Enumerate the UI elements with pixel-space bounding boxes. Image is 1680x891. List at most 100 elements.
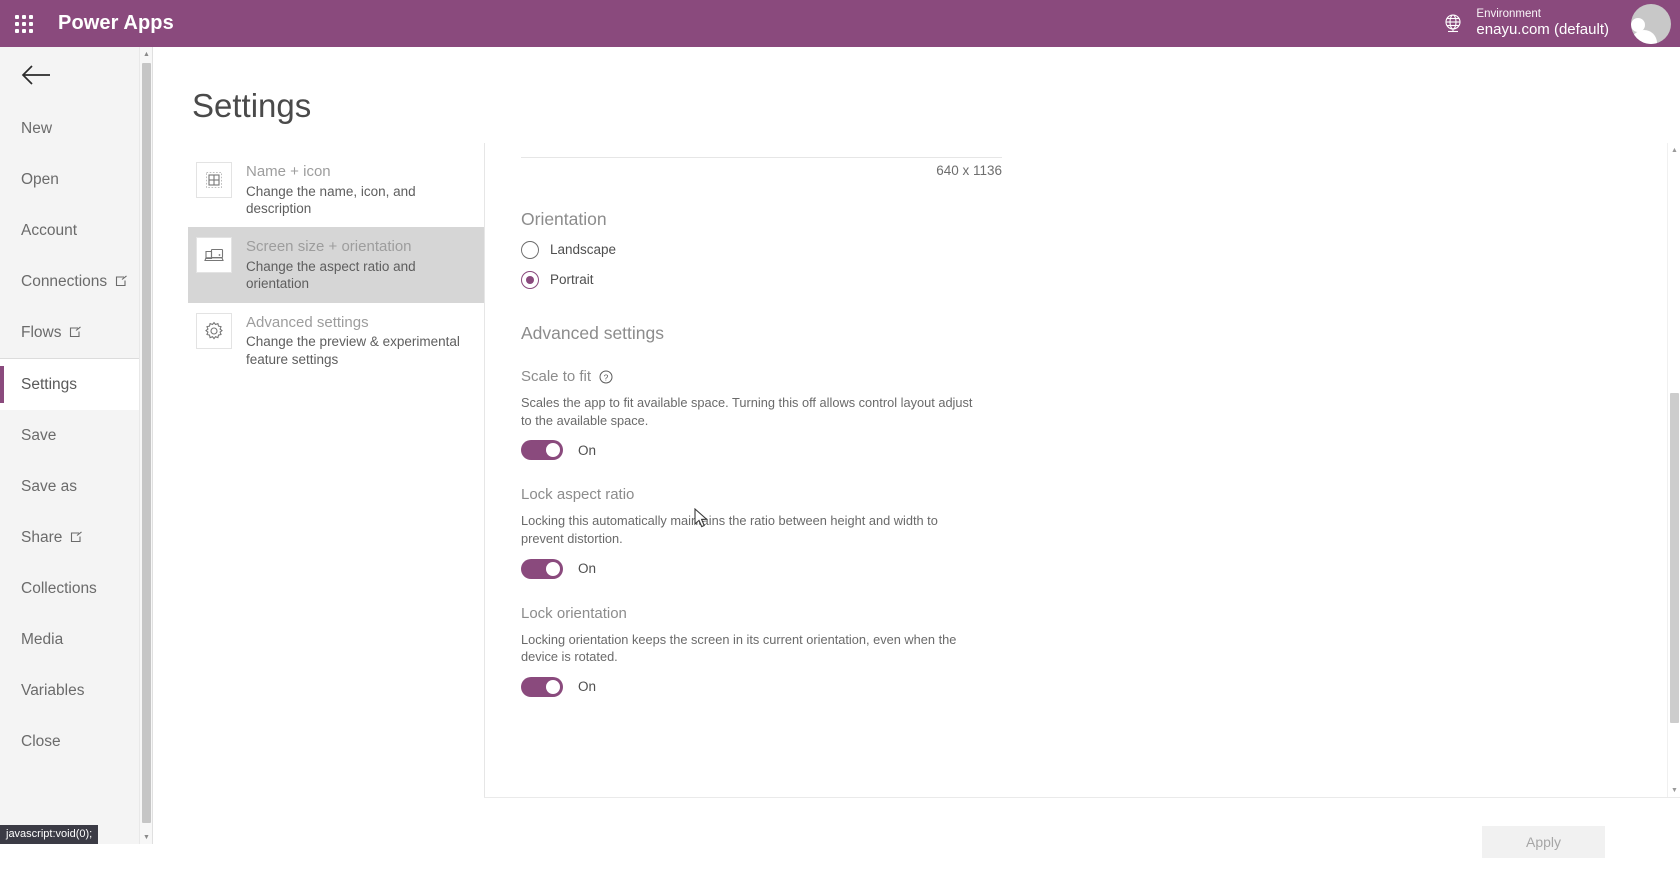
size-divider xyxy=(521,157,1002,158)
detail-scrollbar-thumb[interactable] xyxy=(1670,393,1679,723)
radio-landscape[interactable] xyxy=(521,241,539,259)
environment-label: Environment xyxy=(1476,7,1609,21)
sidebar-item-label: Save as xyxy=(21,478,77,496)
globe-icon xyxy=(1440,11,1466,37)
avatar-body xyxy=(1631,30,1657,44)
settings-tab-title: Screen size + orientation xyxy=(246,238,476,257)
app-launcher-icon xyxy=(15,15,33,33)
sidebar-item-label: Account xyxy=(21,222,77,240)
radio-portrait[interactable] xyxy=(521,271,539,289)
orientation-option-portrait[interactable]: Portrait xyxy=(521,271,1680,289)
radio-portrait-label: Portrait xyxy=(550,272,594,287)
field-title-text: Lock aspect ratio xyxy=(521,486,634,503)
field-title-text: Scale to fit xyxy=(521,368,591,385)
name-icon xyxy=(196,162,232,198)
screen-size-value: 640 x 1136 xyxy=(521,163,1002,178)
sidebar-item-save-as[interactable]: Save as xyxy=(0,461,139,512)
sidebar-item-label: Collections xyxy=(21,580,97,598)
field-scale-to-fit: Scale to fit ? Scales the app to fit ava… xyxy=(521,368,1680,460)
sidebar-item-label: Open xyxy=(21,171,59,189)
field-lock-orientation-desc: Locking orientation keeps the screen in … xyxy=(521,631,973,666)
sidebar-scrollbar[interactable]: ▲ ▼ xyxy=(140,47,153,844)
toggle-lock-orientation[interactable] xyxy=(521,677,563,697)
settings-tab-desc: Change the preview & experimental featur… xyxy=(246,333,476,368)
back-button[interactable] xyxy=(0,47,139,103)
field-lock-aspect-ratio-title: Lock aspect ratio xyxy=(521,486,1680,503)
field-title-text: Lock orientation xyxy=(521,605,627,622)
radio-landscape-label: Landscape xyxy=(550,242,616,257)
brand-title: Power Apps xyxy=(58,12,174,35)
toggle-lock-aspect-ratio[interactable] xyxy=(521,559,563,579)
toggle-row-lock-orientation: On xyxy=(521,677,1680,697)
sidebar-item-settings[interactable]: Settings xyxy=(0,359,139,410)
settings-tab-title: Name + icon xyxy=(246,163,476,182)
settings-tab-desc: Change the name, icon, and description xyxy=(246,183,476,218)
apply-button[interactable]: Apply xyxy=(1482,826,1605,858)
sidebar-item-account[interactable]: Account xyxy=(0,205,139,256)
sidebar-item-connections[interactable]: Connections xyxy=(0,256,139,307)
screen-size-icon xyxy=(196,237,232,273)
sidebar-item-label: Connections xyxy=(21,273,107,291)
sidebar-item-variables[interactable]: Variables xyxy=(0,665,139,716)
sidebar-scrollbar-thumb[interactable] xyxy=(142,63,151,823)
sidebar-item-label: Close xyxy=(21,733,61,751)
settings-tab-title: Advanced settings xyxy=(246,314,476,333)
external-link-icon xyxy=(70,531,83,544)
topbar-right-group: Environment enayu.com (default) xyxy=(1440,0,1680,47)
sidebar-item-label: Settings xyxy=(21,376,77,394)
back-arrow-icon xyxy=(20,64,52,86)
sidebar-item-new[interactable]: New xyxy=(0,103,139,154)
sidebar-item-media[interactable]: Media xyxy=(0,614,139,665)
sidebar-item-save[interactable]: Save xyxy=(0,410,139,461)
settings-page: Settings Name + icon Change the name, ic… xyxy=(154,47,1680,844)
avatar[interactable] xyxy=(1631,4,1671,44)
mouse-cursor xyxy=(694,508,710,530)
external-link-icon xyxy=(69,326,82,339)
field-scale-to-fit-desc: Scales the app to fit available space. T… xyxy=(521,394,973,429)
svg-text:?: ? xyxy=(604,372,609,382)
settings-tab-text: Name + icon Change the name, icon, and d… xyxy=(246,162,476,217)
settings-tab-name-icon[interactable]: Name + icon Change the name, icon, and d… xyxy=(188,152,484,227)
gear-icon xyxy=(196,313,232,349)
external-link-icon xyxy=(115,275,128,288)
field-scale-to-fit-title: Scale to fit ? xyxy=(521,368,1680,385)
sidebar-item-close[interactable]: Close xyxy=(0,716,139,767)
toggle-row-scale-to-fit: On xyxy=(521,440,1680,460)
toggle-knob xyxy=(546,443,560,457)
scroll-down-arrow-icon[interactable]: ▼ xyxy=(140,830,153,844)
settings-tab-screen-size-orientation[interactable]: Screen size + orientation Change the asp… xyxy=(188,227,484,302)
settings-tab-desc: Change the aspect ratio and orientation xyxy=(246,258,476,293)
left-navigation: New Open Account Connections Flows Setti… xyxy=(0,47,140,844)
sidebar-item-label: Share xyxy=(21,529,62,547)
settings-tab-advanced-settings[interactable]: Advanced settings Change the preview & e… xyxy=(188,303,484,378)
orientation-option-landscape[interactable]: Landscape xyxy=(521,241,1680,259)
environment-selector[interactable]: Environment enayu.com (default) xyxy=(1476,7,1609,40)
settings-footer: Apply xyxy=(484,797,1680,891)
sidebar-item-label: Save xyxy=(21,427,56,445)
sidebar-item-flows[interactable]: Flows xyxy=(0,307,139,358)
toggle-lock-orientation-state: On xyxy=(578,679,596,694)
toggle-knob xyxy=(546,680,560,694)
field-lock-orientation: Lock orientation Locking orientation kee… xyxy=(521,605,1680,697)
environment-value: enayu.com (default) xyxy=(1476,21,1609,40)
settings-detail-pane: 640 x 1136 Orientation Landscape Portrai… xyxy=(484,143,1680,797)
sidebar-item-collections[interactable]: Collections xyxy=(0,563,139,614)
toggle-scale-to-fit[interactable] xyxy=(521,440,563,460)
app-launcher-button[interactable] xyxy=(0,0,48,47)
sidebar-item-share[interactable]: Share xyxy=(0,512,139,563)
top-app-bar: Power Apps Environment enayu.com (defaul… xyxy=(0,0,1680,47)
toggle-knob xyxy=(546,562,560,576)
sidebar-item-label: Variables xyxy=(21,682,84,700)
scroll-down-arrow-icon[interactable]: ▼ xyxy=(1668,783,1680,797)
advanced-settings-heading: Advanced settings xyxy=(521,325,1680,343)
toggle-lock-aspect-ratio-state: On xyxy=(578,561,596,576)
sidebar-item-open[interactable]: Open xyxy=(0,154,139,205)
page-title: Settings xyxy=(192,87,311,125)
scroll-up-arrow-icon[interactable]: ▲ xyxy=(140,47,153,61)
detail-scrollbar[interactable]: ▲ ▼ xyxy=(1667,143,1680,797)
help-circle-icon[interactable]: ? xyxy=(599,370,613,384)
sidebar-item-label: Flows xyxy=(21,324,61,342)
settings-tab-text: Screen size + orientation Change the asp… xyxy=(246,237,476,292)
field-lock-aspect-ratio-desc: Locking this automatically maintains the… xyxy=(521,512,973,547)
scroll-up-arrow-icon[interactable]: ▲ xyxy=(1668,143,1680,157)
